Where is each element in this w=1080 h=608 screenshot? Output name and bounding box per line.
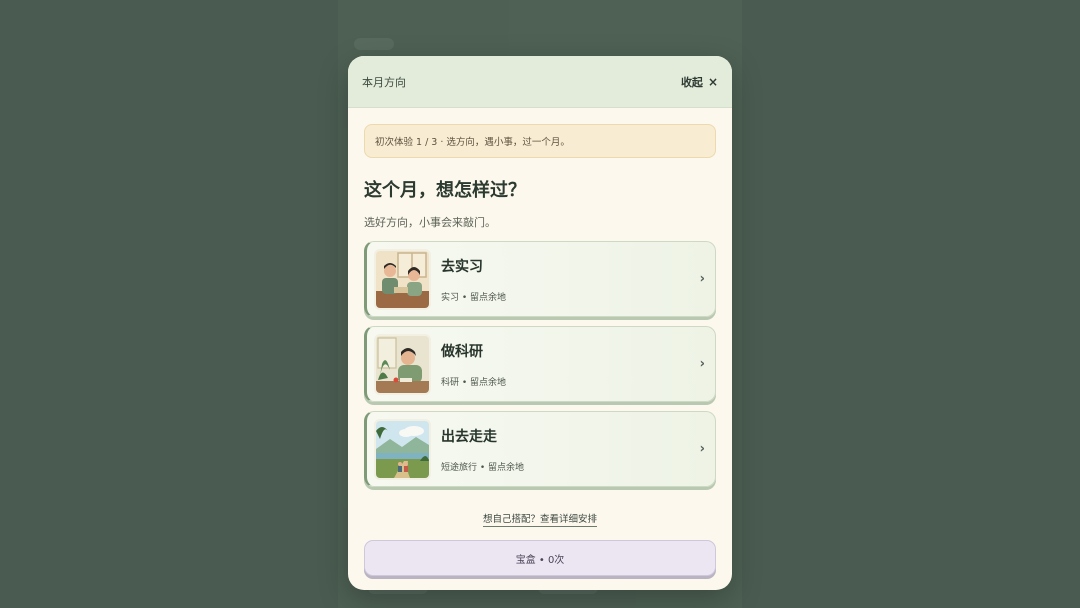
first-time-notice: 初次体验 1 / 3 · 选方向，遇小事，过一个月。	[364, 124, 716, 158]
modal-title: 本月方向	[362, 75, 406, 89]
collapse-label: 收起	[680, 75, 703, 89]
option-card-research[interactable]: 做科研 科研 • 留点余地 ›	[364, 326, 716, 402]
chevron-right-icon: ›	[699, 271, 705, 287]
close-icon: ×	[707, 74, 718, 89]
research-illustration-icon	[374, 333, 431, 395]
notice-text: 初次体验 1 / 3 · 选方向，遇小事，过一个月。	[375, 137, 570, 148]
page-title: 这个月，想怎样过？	[364, 180, 526, 201]
chevron-right-icon: ›	[699, 356, 705, 372]
option-tag: 短途旅行 • 留点余地	[441, 462, 525, 473]
travel-illustration-icon	[374, 418, 431, 480]
option-tag: 实习 • 留点余地	[441, 292, 507, 303]
modal-header: 本月方向 收起 ×	[348, 56, 732, 108]
direction-modal: 本月方向 收起 × 初次体验 1 / 3 · 选方向，遇小事，过一个月。 这个月…	[348, 56, 732, 590]
page-subtitle: 选好方向，小事会来敲门。	[364, 216, 496, 229]
option-card-internship[interactable]: 去实习 实习 • 留点余地 ›	[364, 241, 716, 317]
option-title: 做科研	[441, 343, 483, 360]
option-tag: 科研 • 留点余地	[441, 377, 507, 388]
chevron-right-icon: ›	[699, 441, 705, 457]
treasure-box-button[interactable]: 宝盒 • 0次	[364, 540, 716, 576]
collapse-button[interactable]: 收起 ×	[681, 74, 718, 90]
internship-illustration-icon	[374, 248, 431, 310]
option-title: 出去走走	[441, 428, 497, 445]
treasure-label: 宝盒 • 0次	[515, 554, 565, 566]
option-card-travel[interactable]: 出去走走 短途旅行 • 留点余地 ›	[364, 411, 716, 487]
custom-link-row: 想自己搭配？查看详细安排	[364, 507, 716, 527]
option-title: 去实习	[441, 258, 483, 275]
view-details-link[interactable]: 想自己搭配？查看详细安排	[482, 514, 597, 527]
option-list: 去实习 实习 • 留点余地 › 做科研 科研 • 留点余地 › 出去走走 短途旅…	[364, 241, 716, 487]
